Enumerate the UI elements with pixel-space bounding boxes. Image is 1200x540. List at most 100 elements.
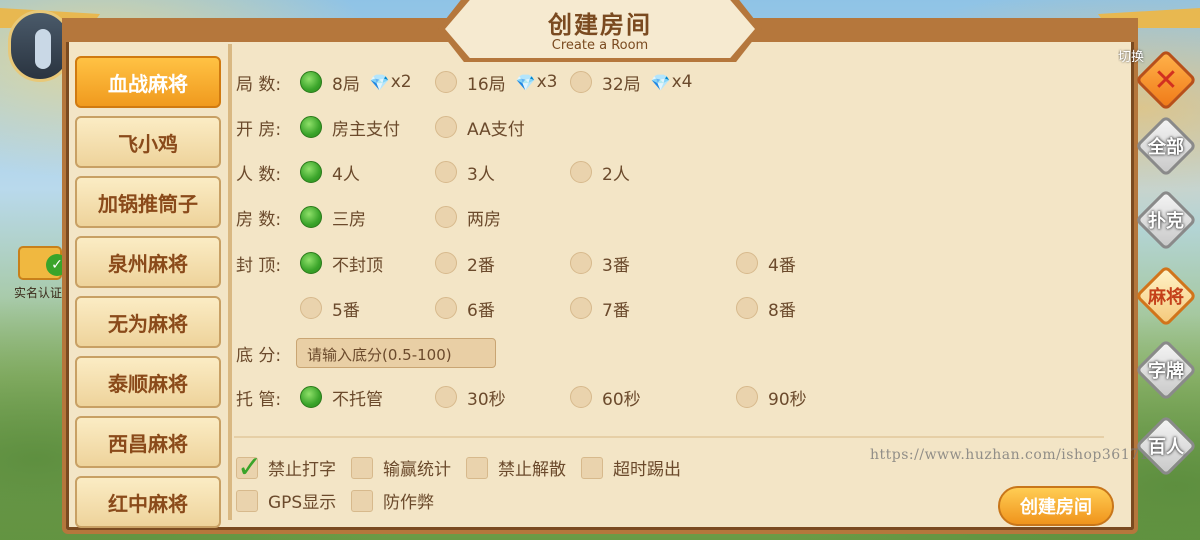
auto-play-option-90[interactable]: 90秒 [736, 385, 807, 410]
cap-option-5[interactable]: 5番 [300, 296, 360, 321]
rounds-option-8[interactable]: 8局 💎 x2 [300, 70, 412, 95]
title-banner: 创建房间 Create a Room [445, 0, 755, 58]
diamond-icon: 💎 [650, 72, 671, 92]
option-label: 6番 [467, 300, 495, 321]
cap-option-none[interactable]: 不封顶 [300, 251, 383, 276]
option-label: 32局 [602, 74, 641, 95]
radio-icon [300, 206, 322, 228]
tab-fei-xiaoji[interactable]: 飞小鸡 [75, 116, 221, 168]
gem-cost: x3 [536, 72, 558, 92]
option-label: 90秒 [768, 389, 807, 410]
radio-icon [435, 386, 457, 408]
radio-icon [736, 252, 758, 274]
diamond-icon: 💎 [369, 72, 390, 92]
payment-label: 开 房: [236, 119, 282, 140]
section-divider [234, 436, 1104, 438]
radio-icon [435, 297, 457, 319]
rooms-option-two[interactable]: 两房 [435, 205, 501, 230]
option-label: 3番 [602, 255, 630, 276]
cap-option-3[interactable]: 3番 [570, 251, 630, 276]
checkbox-icon [236, 489, 258, 512]
id-verify-icon[interactable]: ✓ [18, 246, 68, 280]
rooms-row: 房 数: 三房 两房 [234, 202, 1104, 232]
tab-jiaguo-tuitongzi[interactable]: 加锅推筒子 [75, 176, 221, 228]
radio-icon [300, 161, 322, 183]
auto-play-row: 托 管: 不托管 30秒 60秒 90秒 [234, 382, 1104, 412]
rooms-option-three[interactable]: 三房 [300, 205, 366, 230]
category-hundred[interactable]: 百人 [1134, 414, 1198, 478]
cap-option-2[interactable]: 2番 [435, 251, 495, 276]
checkbox-no-dissolve[interactable]: 禁止解散 [466, 455, 566, 480]
base-score-input[interactable]: 请输入底分(0.5-100) [296, 338, 496, 368]
rounds-option-32[interactable]: 32局 💎 x4 [570, 70, 692, 95]
players-option-3[interactable]: 3人 [435, 160, 495, 185]
tab-hongzhong-mahjong[interactable]: 红中麻将 [75, 476, 221, 528]
cap-option-8[interactable]: 8番 [736, 296, 796, 321]
watermark: https://www.huzhan.com/ishop36171 [870, 447, 1149, 463]
close-icon: ✕ [1153, 62, 1179, 98]
checkbox-no-chat[interactable]: 禁止打字 [236, 450, 336, 485]
radio-icon [435, 161, 457, 183]
category-label: 字牌 [1148, 361, 1184, 382]
players-label: 人 数: [236, 164, 282, 185]
checkbox-icon [236, 450, 262, 485]
tab-wuwei-mahjong[interactable]: 无为麻将 [75, 296, 221, 348]
checkbox-anti-cheat[interactable]: 防作弊 [351, 488, 434, 513]
option-label: 30秒 [467, 389, 506, 410]
radio-icon [570, 71, 592, 93]
option-label: 5番 [332, 300, 360, 321]
option-label: 2番 [467, 255, 495, 276]
option-label: 不封顶 [332, 255, 383, 276]
auto-play-option-30[interactable]: 30秒 [435, 385, 506, 410]
tab-divider [228, 44, 232, 520]
payment-option-owner[interactable]: 房主支付 [300, 115, 400, 140]
base-score-label: 底 分: [236, 345, 282, 366]
tab-quanzhou-mahjong[interactable]: 泉州麻将 [75, 236, 221, 288]
players-option-2[interactable]: 2人 [570, 160, 630, 185]
category-zipai[interactable]: 字牌 [1134, 338, 1198, 402]
auto-play-option-60[interactable]: 60秒 [570, 385, 641, 410]
option-label: 2人 [602, 164, 630, 185]
option-label: AA支付 [467, 119, 525, 140]
payment-option-aa[interactable]: AA支付 [435, 115, 525, 140]
checkbox-gps[interactable]: GPS显示 [236, 488, 336, 513]
category-all[interactable]: 全部 [1134, 114, 1198, 178]
rounds-option-16[interactable]: 16局 💎 x3 [435, 70, 557, 95]
category-mahjong[interactable]: 麻将 [1134, 264, 1198, 328]
checkbox-win-stats[interactable]: 输赢统计 [351, 455, 451, 480]
page-subtitle: Create a Room [551, 38, 649, 53]
game-tab-list: 血战麻将 飞小鸡 加锅推筒子 泉州麻将 无为麻将 泰顺麻将 西昌麻将 红中麻将 [75, 56, 225, 536]
cap-option-6[interactable]: 6番 [435, 296, 495, 321]
checkbox-label: GPS显示 [268, 493, 337, 513]
close-button[interactable]: ✕ [1134, 48, 1198, 112]
checkbox-icon [351, 489, 373, 512]
rounds-row: 局 数: 8局 💎 x2 16局 💎 x3 32局 💎 x4 [234, 67, 1104, 97]
tab-xichang-mahjong[interactable]: 西昌麻将 [75, 416, 221, 468]
players-option-4[interactable]: 4人 [300, 160, 360, 185]
auto-play-label: 托 管: [236, 389, 282, 410]
radio-icon [435, 252, 457, 274]
create-room-button[interactable]: 创建房间 [998, 486, 1114, 526]
option-label: 房主支付 [332, 119, 400, 140]
category-poker[interactable]: 扑克 [1134, 188, 1198, 252]
cap-option-7[interactable]: 7番 [570, 296, 630, 321]
payment-row: 开 房: 房主支付 AA支付 [234, 112, 1104, 142]
tab-taishun-mahjong[interactable]: 泰顺麻将 [75, 356, 221, 408]
tab-xuezhan-mahjong[interactable]: 血战麻将 [75, 56, 221, 108]
option-label: 4番 [768, 255, 796, 276]
radio-icon [300, 71, 322, 93]
page-title: 创建房间 [548, 11, 652, 39]
radio-icon [570, 297, 592, 319]
checkbox-timeout-kick[interactable]: 超时踢出 [581, 455, 681, 480]
category-label: 百人 [1148, 437, 1184, 458]
avatar-figure [35, 29, 51, 69]
radio-icon [300, 297, 322, 319]
radio-icon [300, 386, 322, 408]
radio-icon [570, 161, 592, 183]
cap-option-4[interactable]: 4番 [736, 251, 796, 276]
id-verify-label: 实名认证 [14, 286, 63, 300]
checkbox-label: 输赢统计 [383, 460, 451, 480]
auto-play-option-none[interactable]: 不托管 [300, 385, 383, 410]
cap-row-2: 5番 6番 7番 8番 [234, 293, 1104, 323]
radio-icon [736, 386, 758, 408]
